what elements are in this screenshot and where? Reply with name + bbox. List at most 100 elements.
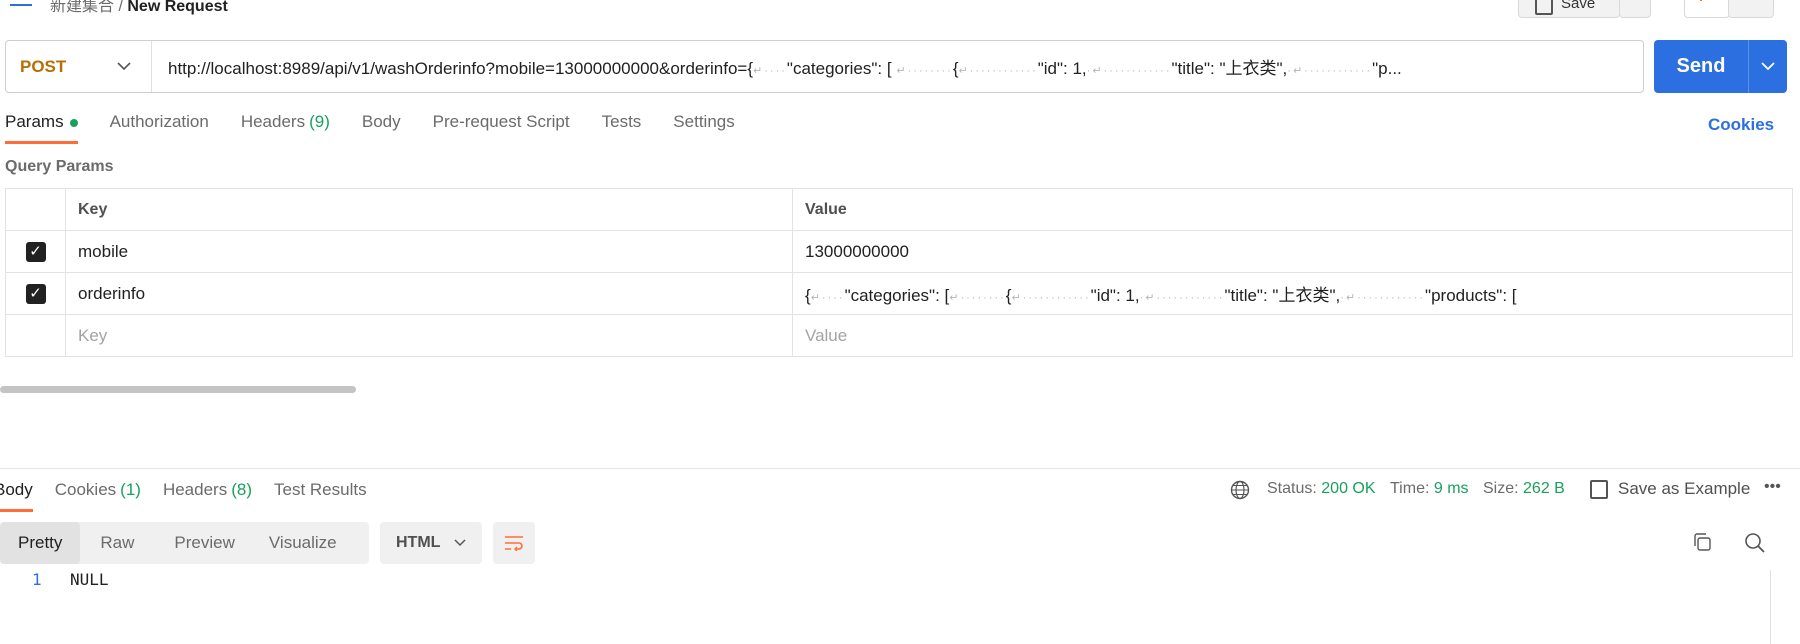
tab-response-cookies[interactable]: Cookies (1) [55,480,141,512]
row-checkbox[interactable]: ✓ [5,272,66,315]
row-checkbox-empty [5,314,66,357]
tab-label: Headers [162,480,228,499]
format-select[interactable]: HTML [380,522,482,564]
save-as-example-button[interactable]: Save as Example [1590,479,1751,500]
vertical-scrollbar-track[interactable] [1770,570,1771,644]
url-input[interactable]: http://localhost:8989/api/v1/washOrderin… [152,54,1643,79]
url-bar: POST http://localhost:8989/api/v1/washOr… [5,40,1644,93]
key-placeholder[interactable]: Key [65,314,793,357]
tab-count: (9) [309,112,330,131]
globe-icon[interactable] [1230,480,1250,500]
tab-label: Headers [240,112,306,131]
param-value[interactable]: {↵····"categories": [↵········{↵········… [792,272,1793,315]
tab-test-results[interactable]: Test Results [274,480,367,512]
wrap-lines-button[interactable] [493,522,535,564]
line-number: 1 [32,570,42,589]
whitespace-marker: ↵············ [1011,292,1091,304]
tab-count: (8) [231,480,252,499]
whitespace-marker: ↵········ [896,65,953,77]
tab-label: Params [5,112,64,131]
horizontal-scrollbar[interactable] [0,386,356,393]
whitespace-marker: ·↵············ [1340,292,1426,304]
tab-pre-request-script[interactable]: Pre-request Script [433,112,570,144]
save-button[interactable]: Save [1518,0,1620,18]
size-value: 262 B [1523,480,1565,497]
response-body-text[interactable]: NULL [70,570,109,589]
whitespace-marker: ·↵············ [1086,65,1172,77]
comment-button[interactable] [1728,0,1774,18]
url-text-part: "p... [1372,59,1402,78]
tab-settings[interactable]: Settings [673,112,734,144]
view-preview[interactable]: Preview [154,522,254,564]
value-part: "title": "上衣类", [1224,286,1341,305]
request-name[interactable]: New Request [127,0,227,15]
header-check-cell [5,188,66,231]
method-select[interactable]: POST [6,41,152,92]
whitespace-marker: ·↵············ [1139,292,1225,304]
whitespace-marker: ·↵············ [1287,65,1373,77]
method-label: POST [20,56,67,76]
chevron-down-icon [1761,62,1775,71]
view-visualize[interactable]: Visualize [255,522,351,564]
size-label: Size: [1483,480,1519,497]
value-part: "products": [ [1425,286,1517,305]
copy-icon[interactable] [1692,532,1712,552]
wrap-lines-icon [505,536,523,551]
breadcrumb-parent[interactable]: 新建集合 [50,0,114,15]
tab-tests[interactable]: Tests [602,112,642,144]
tab-headers[interactable]: Headers (9) [241,112,330,144]
table-row: ✓ orderinfo {↵····"categories": [↵······… [5,272,1793,315]
value-part: "categories": [ [844,286,950,305]
time-label: Time: [1390,480,1430,497]
param-key[interactable]: orderinfo [65,272,793,315]
param-key[interactable]: mobile [65,230,793,273]
tab-count: (1) [120,480,141,499]
view-mode-switch: Pretty Raw Preview Visualize [0,522,369,564]
tab-body[interactable]: Body [362,112,401,144]
row-checkbox[interactable]: ✓ [5,230,66,273]
search-icon[interactable] [1744,532,1766,554]
more-options-icon[interactable]: ••• [1764,478,1781,496]
save-label: Save [1561,0,1596,12]
status-label: Status: [1267,480,1317,497]
url-text-part: "title": "上衣类", [1171,59,1288,78]
pencil-icon [1700,0,1712,1]
tab-authorization[interactable]: Authorization [110,112,209,144]
tab-params[interactable]: Params [5,112,78,144]
edit-button[interactable] [1684,0,1730,18]
save-icon [1535,0,1553,15]
view-pretty[interactable]: Pretty [0,522,81,564]
value-part: "id": 1, [1090,286,1140,305]
query-params-table: Key Value ✓ mobile 13000000000 ✓ orderin… [5,188,1793,357]
column-key: Key [65,188,793,231]
table-row: ✓ mobile 13000000000 [5,230,1793,273]
param-value[interactable]: 13000000000 [792,230,1793,273]
request-tabs: Params Authorization Headers (9) Body Pre… [5,112,767,144]
tab-label: Cookies [54,480,117,499]
query-params-title: Query Params [5,158,114,175]
column-value: Value [792,188,1793,231]
cookies-link[interactable]: Cookies [1708,115,1774,135]
send-button[interactable]: Send [1654,40,1787,93]
save-example-label: Save as Example [1618,479,1751,498]
whitespace-marker: ↵········ [949,292,1006,304]
tab-response-headers[interactable]: Headers (8) [163,480,252,512]
time-indicator[interactable]: Time: 9 ms [1390,480,1469,498]
pane-divider[interactable] [0,468,1800,469]
status-indicator[interactable]: Status: 200 OK [1267,480,1376,498]
check-icon: ✓ [25,284,46,304]
tab-response-body[interactable]: Body [0,480,33,512]
collection-icon [10,0,32,6]
url-text-part: "categories": [ [786,59,892,78]
url-text-part: "id": 1, [1037,59,1087,78]
whitespace-marker: ↵···· [753,65,787,77]
save-dropdown-button[interactable] [1619,0,1651,18]
send-dropdown[interactable] [1749,62,1787,71]
table-row-empty: Key Value [5,314,1793,357]
format-label: HTML [396,534,441,551]
size-indicator[interactable]: Size: 262 B [1483,480,1565,498]
check-icon: ✓ [25,242,46,262]
view-raw[interactable]: Raw [80,522,154,564]
value-placeholder[interactable]: Value [792,314,1793,357]
save-icon [1590,480,1608,500]
